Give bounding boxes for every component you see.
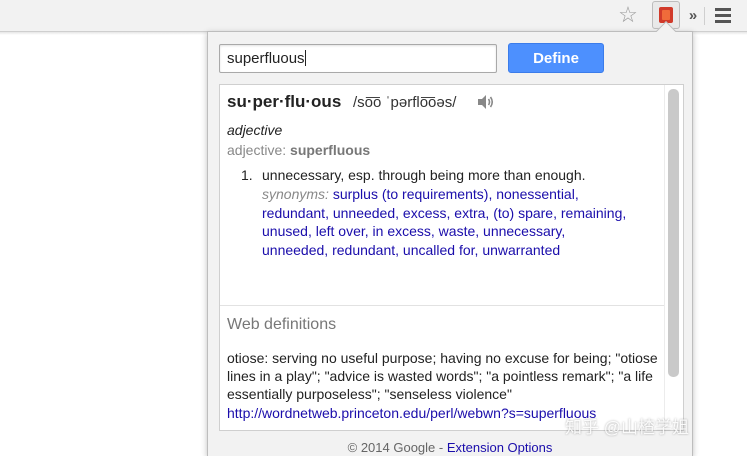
synonym-link[interactable]: waste: [439, 223, 476, 239]
text-caret: [304, 50, 306, 66]
sense-number: 1.: [241, 167, 253, 183]
popup-footer: © 2014 Google - Extension Options: [207, 440, 693, 455]
search-input[interactable]: superfluous: [219, 44, 497, 73]
web-definition-link[interactable]: http://wordnetweb.princeton.edu/perl/web…: [227, 405, 596, 421]
synonym-link[interactable]: unused: [262, 223, 308, 239]
toolbar-divider: [704, 7, 705, 25]
speaker-icon[interactable]: [475, 92, 495, 112]
synonyms-label: synonyms:: [262, 186, 329, 202]
synonym-link[interactable]: nonessential: [496, 186, 575, 202]
synonym-link[interactable]: unneeded: [333, 205, 395, 221]
definition-text: unnecessary, esp. through being more tha…: [262, 167, 586, 183]
extension-options-link[interactable]: Extension Options: [447, 440, 553, 455]
synonym-link[interactable]: left over: [316, 223, 365, 239]
synonym-link[interactable]: redundant: [332, 242, 395, 258]
search-input-value: superfluous: [227, 50, 305, 67]
browser-toolbar: ☆ »: [0, 0, 747, 32]
define-button[interactable]: Define: [508, 43, 604, 73]
web-definition-body: otiose: serving no useful purpose; havin…: [227, 350, 658, 403]
overflow-chevron-button[interactable]: »: [684, 2, 702, 28]
synonym-link[interactable]: unneeded: [262, 242, 324, 258]
synonyms-block: synonyms: surplus (to requirements), non…: [262, 185, 632, 259]
watermark: 知乎 @山楂学姐: [565, 418, 689, 437]
hamburger-menu-icon[interactable]: [710, 2, 736, 28]
web-definitions-heading: Web definitions: [227, 316, 337, 333]
synonym-link[interactable]: unnecessary: [483, 223, 561, 239]
headword: su·per·flu·ous: [227, 92, 342, 111]
pos-prefix: adjective:: [227, 142, 287, 158]
part-of-speech: adjective: [227, 122, 283, 138]
synonym-link[interactable]: surplus (to requirements): [333, 186, 489, 202]
synonym-link[interactable]: unwarranted: [482, 242, 560, 258]
synonym-link[interactable]: excess: [403, 205, 447, 221]
copyright-text: © 2014 Google -: [347, 440, 444, 455]
scrollbar-thumb[interactable]: [668, 89, 679, 377]
synonym-link[interactable]: (to) spare: [493, 205, 553, 221]
pos-word: superfluous: [290, 142, 371, 158]
synonym-link[interactable]: redundant: [262, 205, 325, 221]
web-definition-text: otiose: serving no useful purpose; havin…: [227, 349, 659, 422]
synonym-link[interactable]: remaining: [561, 205, 622, 221]
synonym-link[interactable]: extra: [454, 205, 485, 221]
synonym-link[interactable]: in excess: [373, 223, 431, 239]
synonym-link[interactable]: uncalled for: [403, 242, 475, 258]
star-icon[interactable]: ☆: [614, 2, 642, 28]
section-divider: [220, 305, 664, 306]
pronunciation: /so͞o ˈpərflo͞oəs/: [353, 94, 457, 111]
part-of-speech-line: adjective: superfluous: [227, 142, 370, 158]
